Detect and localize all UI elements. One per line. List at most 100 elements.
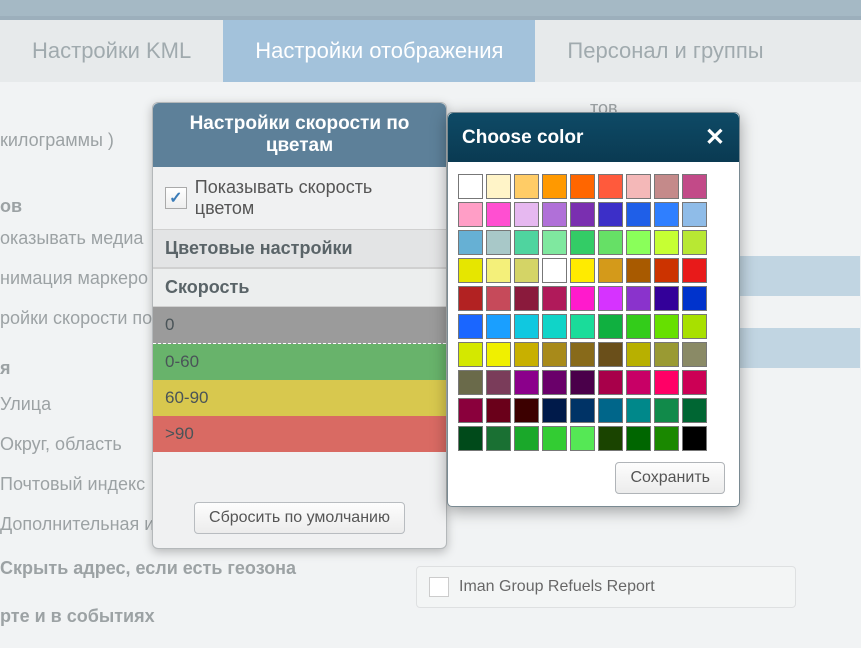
color-swatch[interactable] bbox=[654, 258, 679, 283]
color-swatch[interactable] bbox=[626, 314, 651, 339]
color-swatch[interactable] bbox=[654, 314, 679, 339]
color-swatch[interactable] bbox=[458, 174, 483, 199]
color-swatch[interactable] bbox=[486, 398, 511, 423]
color-swatch[interactable] bbox=[626, 174, 651, 199]
color-swatch[interactable] bbox=[598, 314, 623, 339]
close-icon[interactable]: ✕ bbox=[705, 123, 725, 152]
color-swatch[interactable] bbox=[570, 258, 595, 283]
color-swatch[interactable] bbox=[654, 202, 679, 227]
color-swatch[interactable] bbox=[598, 286, 623, 311]
color-swatch[interactable] bbox=[626, 258, 651, 283]
speed-row-2[interactable]: 60-90 bbox=[153, 380, 446, 416]
color-swatch[interactable] bbox=[514, 286, 539, 311]
show-speed-checkbox[interactable]: ✓ bbox=[165, 187, 187, 209]
color-swatch[interactable] bbox=[626, 426, 651, 451]
color-swatch[interactable] bbox=[542, 370, 567, 395]
color-swatch[interactable] bbox=[514, 370, 539, 395]
color-swatch[interactable] bbox=[514, 230, 539, 255]
color-swatch[interactable] bbox=[626, 230, 651, 255]
color-swatch[interactable] bbox=[542, 230, 567, 255]
color-swatch[interactable] bbox=[458, 202, 483, 227]
speed-row-3[interactable]: >90 bbox=[153, 416, 446, 452]
speed-row-1[interactable]: 0-60 bbox=[153, 344, 446, 380]
color-swatch[interactable] bbox=[598, 174, 623, 199]
color-swatch[interactable] bbox=[654, 230, 679, 255]
color-swatch[interactable] bbox=[570, 426, 595, 451]
color-swatch[interactable] bbox=[542, 342, 567, 367]
bg-iman-checkbox[interactable] bbox=[429, 577, 449, 597]
color-swatch[interactable] bbox=[458, 342, 483, 367]
tab-kml[interactable]: Настройки KML bbox=[0, 20, 223, 82]
reset-button[interactable]: Сбросить по умолчанию bbox=[194, 502, 405, 534]
color-swatch[interactable] bbox=[486, 258, 511, 283]
color-swatch[interactable] bbox=[458, 398, 483, 423]
color-swatch[interactable] bbox=[598, 370, 623, 395]
color-swatch[interactable] bbox=[542, 174, 567, 199]
color-swatch[interactable] bbox=[542, 398, 567, 423]
color-swatch[interactable] bbox=[682, 398, 707, 423]
color-swatch[interactable] bbox=[514, 398, 539, 423]
color-swatch[interactable] bbox=[542, 286, 567, 311]
color-swatch[interactable] bbox=[682, 258, 707, 283]
color-swatch[interactable] bbox=[458, 258, 483, 283]
color-swatch[interactable] bbox=[570, 370, 595, 395]
color-swatch[interactable] bbox=[682, 370, 707, 395]
color-swatch[interactable] bbox=[682, 286, 707, 311]
color-swatch[interactable] bbox=[682, 202, 707, 227]
speed-row-0[interactable]: 0 bbox=[153, 307, 446, 344]
color-swatch[interactable] bbox=[486, 314, 511, 339]
color-swatch[interactable] bbox=[542, 258, 567, 283]
color-swatch[interactable] bbox=[598, 398, 623, 423]
color-swatch[interactable] bbox=[682, 426, 707, 451]
color-swatch[interactable] bbox=[570, 174, 595, 199]
color-swatch[interactable] bbox=[570, 398, 595, 423]
color-swatch[interactable] bbox=[570, 314, 595, 339]
color-swatch[interactable] bbox=[598, 258, 623, 283]
color-swatch[interactable] bbox=[626, 202, 651, 227]
color-swatch[interactable] bbox=[682, 314, 707, 339]
color-swatch[interactable] bbox=[570, 230, 595, 255]
color-swatch[interactable] bbox=[514, 314, 539, 339]
color-swatch[interactable] bbox=[682, 342, 707, 367]
color-swatch[interactable] bbox=[486, 230, 511, 255]
color-swatch[interactable] bbox=[570, 202, 595, 227]
color-swatch[interactable] bbox=[486, 174, 511, 199]
color-swatch[interactable] bbox=[654, 286, 679, 311]
color-swatch[interactable] bbox=[682, 230, 707, 255]
color-swatch[interactable] bbox=[654, 398, 679, 423]
color-swatch[interactable] bbox=[514, 174, 539, 199]
color-swatch[interactable] bbox=[654, 174, 679, 199]
color-swatch[interactable] bbox=[626, 286, 651, 311]
color-swatch[interactable] bbox=[486, 426, 511, 451]
color-swatch[interactable] bbox=[486, 370, 511, 395]
color-swatch[interactable] bbox=[458, 286, 483, 311]
color-swatch[interactable] bbox=[458, 426, 483, 451]
color-swatch[interactable] bbox=[598, 342, 623, 367]
color-swatch[interactable] bbox=[458, 370, 483, 395]
color-swatch[interactable] bbox=[598, 230, 623, 255]
color-swatch[interactable] bbox=[514, 202, 539, 227]
color-swatch[interactable] bbox=[542, 426, 567, 451]
color-swatch[interactable] bbox=[654, 426, 679, 451]
color-swatch[interactable] bbox=[626, 398, 651, 423]
color-swatch[interactable] bbox=[486, 202, 511, 227]
color-swatch[interactable] bbox=[514, 426, 539, 451]
color-swatch[interactable] bbox=[514, 342, 539, 367]
color-swatch[interactable] bbox=[486, 286, 511, 311]
color-swatch[interactable] bbox=[626, 370, 651, 395]
color-swatch[interactable] bbox=[458, 230, 483, 255]
color-swatch[interactable] bbox=[682, 174, 707, 199]
color-swatch[interactable] bbox=[654, 370, 679, 395]
color-swatch[interactable] bbox=[514, 258, 539, 283]
save-button[interactable]: Сохранить bbox=[615, 462, 725, 494]
color-swatch[interactable] bbox=[626, 342, 651, 367]
color-swatch[interactable] bbox=[486, 342, 511, 367]
color-swatch[interactable] bbox=[542, 202, 567, 227]
color-swatch[interactable] bbox=[570, 286, 595, 311]
color-swatch[interactable] bbox=[598, 202, 623, 227]
color-swatch[interactable] bbox=[570, 342, 595, 367]
color-swatch[interactable] bbox=[542, 314, 567, 339]
color-swatch[interactable] bbox=[598, 426, 623, 451]
tab-display[interactable]: Настройки отображения bbox=[223, 20, 535, 82]
color-swatch[interactable] bbox=[654, 342, 679, 367]
